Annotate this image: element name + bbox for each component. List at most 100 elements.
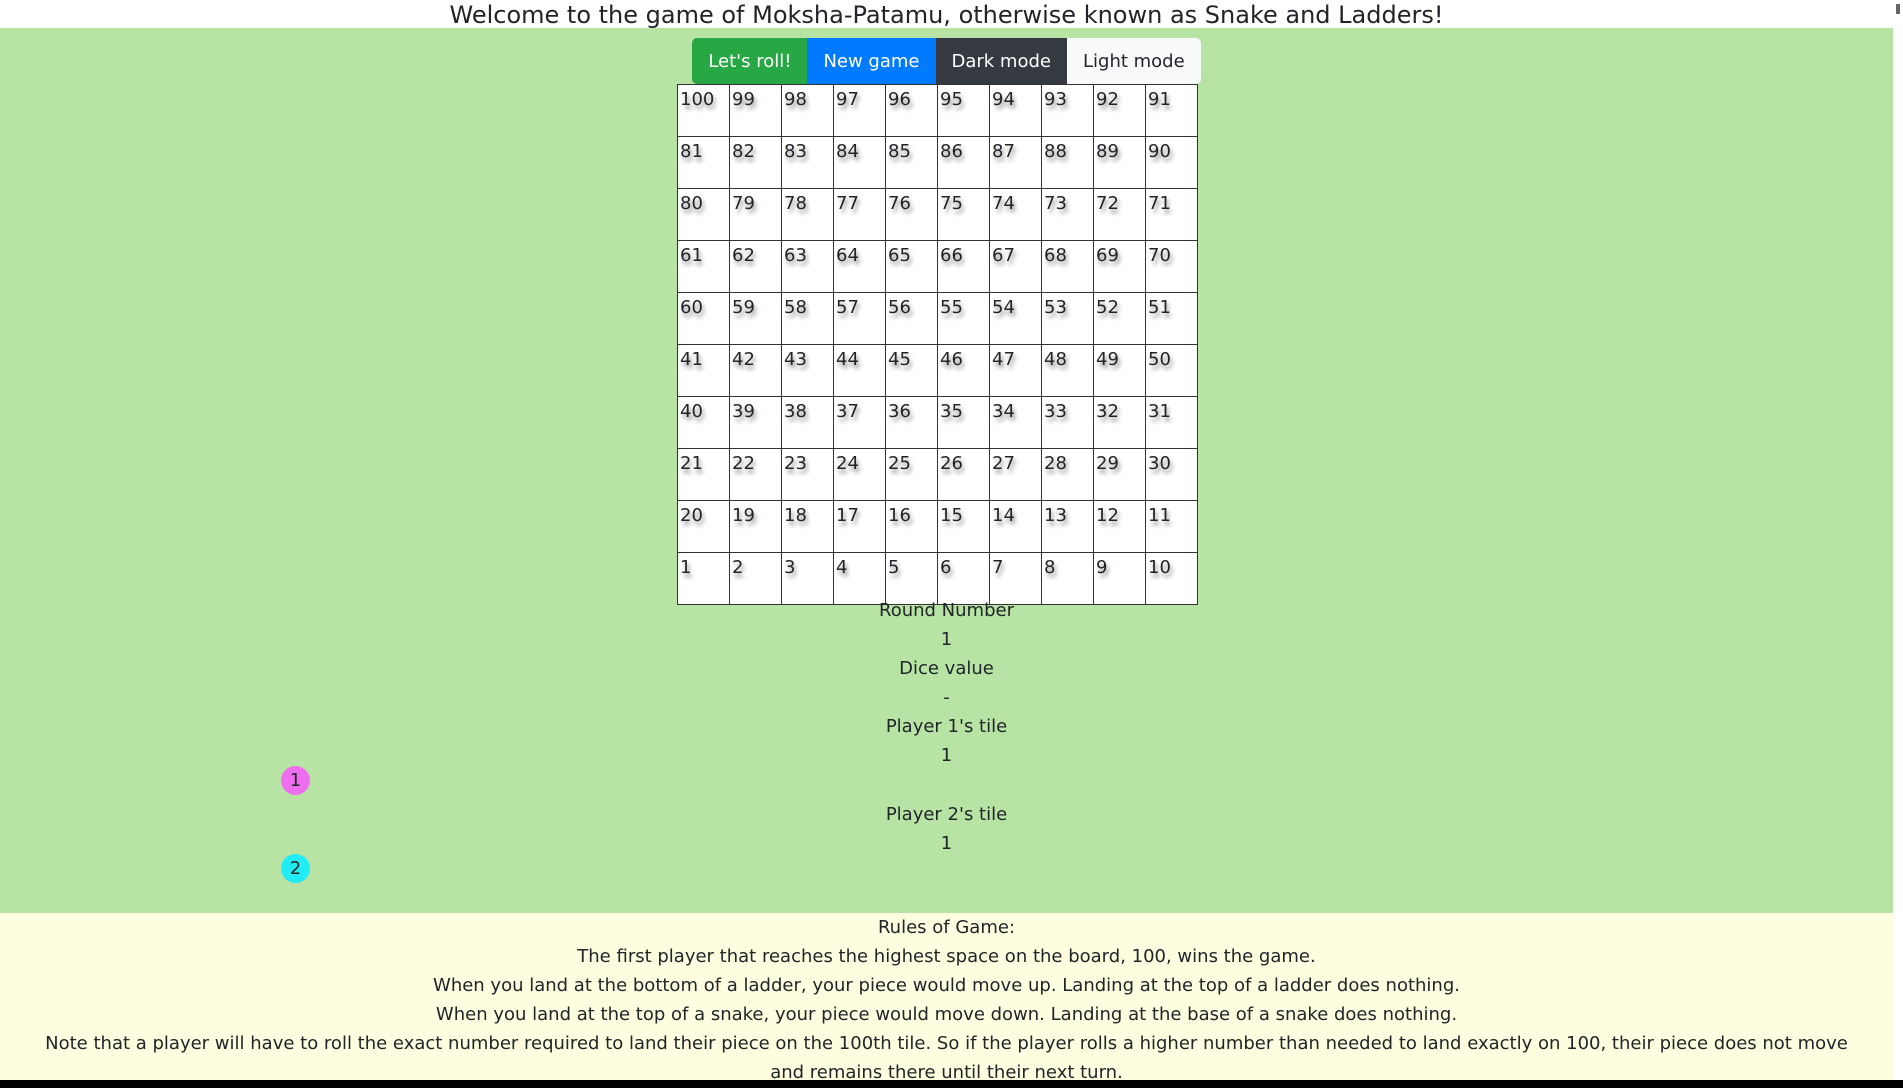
player1-token: 1: [281, 766, 310, 795]
board-tile: 86: [937, 136, 990, 189]
tile-number: 52: [1096, 297, 1119, 318]
tile-number: 99: [732, 89, 755, 110]
tile-number: 50: [1148, 349, 1171, 370]
tile-number: 39: [732, 401, 755, 422]
board-tile: 65: [885, 240, 938, 293]
tile-number: 19: [732, 505, 755, 526]
roll-button[interactable]: Let's roll!: [692, 38, 808, 84]
board-tile: 57: [833, 292, 886, 345]
tile-number: 30: [1148, 453, 1171, 474]
dark-mode-button[interactable]: Dark mode: [935, 38, 1067, 84]
new-game-button[interactable]: New game: [807, 38, 936, 84]
board-row: 60 59 58 57 56 55 54 53 52 51: [677, 292, 1198, 345]
tile-number: 63: [784, 245, 807, 266]
tile-number: 22: [732, 453, 755, 474]
board-tile: 24: [833, 448, 886, 501]
board-tile: 35: [937, 396, 990, 449]
tile-number: 15: [940, 505, 963, 526]
board-tile: 91: [1145, 84, 1198, 137]
dice-value: -: [943, 687, 950, 708]
board-tile: 31: [1145, 396, 1198, 449]
board-tile: 14: [989, 500, 1042, 553]
board-tile: 23: [781, 448, 834, 501]
board-tile: 46: [937, 344, 990, 397]
tile-number: 58: [784, 297, 807, 318]
board-tile: 66: [937, 240, 990, 293]
board-tile: 67: [989, 240, 1042, 293]
tile-number: 85: [888, 141, 911, 162]
tile-number: 16: [888, 505, 911, 526]
board-tile: 63: [781, 240, 834, 293]
tile-number: 5: [888, 557, 900, 578]
tile-number: 17: [836, 505, 859, 526]
board-tile: 87: [989, 136, 1042, 189]
board-tile: 96: [885, 84, 938, 137]
round-number-label: Round Number: [879, 600, 1014, 621]
board-tile: 76: [885, 188, 938, 241]
tile-number: 26: [940, 453, 963, 474]
board-tile: 100: [677, 84, 730, 137]
tile-number: 79: [732, 193, 755, 214]
board-tile: 79: [729, 188, 782, 241]
board-tile: 78: [781, 188, 834, 241]
tile-number: 84: [836, 141, 859, 162]
tile-number: 80: [680, 193, 703, 214]
round-number-value: 1: [940, 629, 953, 650]
tile-number: 62: [732, 245, 755, 266]
tile-number: 46: [940, 349, 963, 370]
board-tile: 18: [781, 500, 834, 553]
tile-number: 18: [784, 505, 807, 526]
tile-number: 9: [1096, 557, 1108, 578]
tile-number: 88: [1044, 141, 1067, 162]
tile-number: 6: [940, 557, 952, 578]
tile-number: 4: [836, 557, 848, 578]
tile-number: 20: [680, 505, 703, 526]
tile-number: 14: [992, 505, 1015, 526]
rules-section: Rules of Game: The first player that rea…: [0, 913, 1893, 1080]
board-tile: 94: [989, 84, 1042, 137]
board-tile: 38: [781, 396, 834, 449]
tile-number: 82: [732, 141, 755, 162]
tile-number: 61: [680, 245, 703, 266]
tile-number: 38: [784, 401, 807, 422]
tile-number: 73: [1044, 193, 1067, 214]
tile-number: 64: [836, 245, 859, 266]
board-tile: 20: [677, 500, 730, 553]
tile-number: 13: [1044, 505, 1067, 526]
tile-number: 97: [836, 89, 859, 110]
tile-number: 47: [992, 349, 1015, 370]
tile-number: 75: [940, 193, 963, 214]
board-tile: 53: [1041, 292, 1094, 345]
tile-number: 41: [680, 349, 703, 370]
board-tile: 98: [781, 84, 834, 137]
tile-number: 44: [836, 349, 859, 370]
tile-number: 1: [680, 557, 692, 578]
board-tile: 90: [1145, 136, 1198, 189]
tile-number: 89: [1096, 141, 1119, 162]
tile-number: 92: [1096, 89, 1119, 110]
board-tile: 82: [729, 136, 782, 189]
board-tile: 26: [937, 448, 990, 501]
player1-tile-label: Player 1's tile: [885, 716, 1008, 737]
tile-number: 43: [784, 349, 807, 370]
board-tile: 16: [885, 500, 938, 553]
tile-number: 12: [1096, 505, 1119, 526]
board-tile: 99: [729, 84, 782, 137]
board-tile: 50: [1145, 344, 1198, 397]
tile-number: 49: [1096, 349, 1119, 370]
board-tile: 84: [833, 136, 886, 189]
tile-number: 24: [836, 453, 859, 474]
board-tile: 44: [833, 344, 886, 397]
board-tile: 72: [1093, 188, 1146, 241]
vertical-scrollbar[interactable]: [1893, 0, 1903, 1080]
tile-number: 45: [888, 349, 911, 370]
scrollbar-thumb[interactable]: [1896, 4, 1900, 14]
tile-number: 57: [836, 297, 859, 318]
tile-number: 25: [888, 453, 911, 474]
board-tile: 15: [937, 500, 990, 553]
tile-number: 48: [1044, 349, 1067, 370]
rule-line-1: The first player that reaches the highes…: [577, 946, 1316, 967]
board-tile: 89: [1093, 136, 1146, 189]
light-mode-button[interactable]: Light mode: [1066, 38, 1201, 84]
tile-number: 11: [1148, 505, 1171, 526]
